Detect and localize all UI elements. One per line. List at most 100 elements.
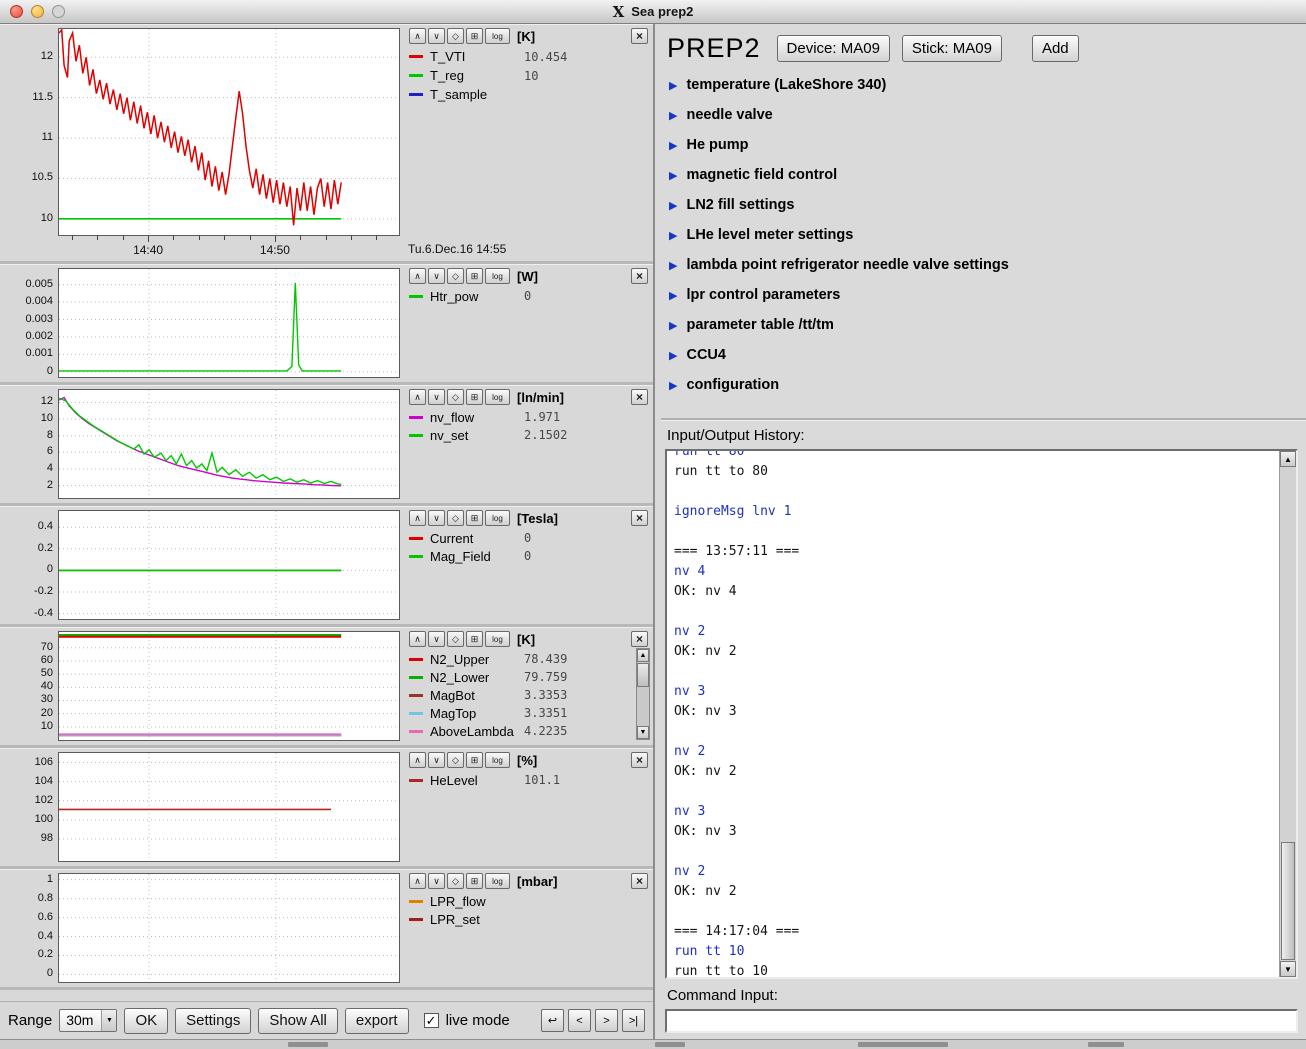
scroll-up-icon[interactable]: ▲ [1280,451,1296,467]
close-panel-button[interactable]: × [631,873,648,889]
close-panel-button[interactable]: × [631,510,648,526]
expand-triangle-icon[interactable]: ▶ [669,229,677,242]
scrollbar-thumb[interactable] [1281,842,1295,960]
log-scale-button[interactable]: log [485,873,510,889]
shift-up-button[interactable]: ∧ [409,268,426,284]
zoom-button[interactable]: ◇ [447,268,464,284]
shift-down-button[interactable]: ∨ [428,268,445,284]
zoom-button[interactable]: ◇ [447,752,464,768]
scrollbar-track[interactable] [1280,467,1296,961]
plot-area-2[interactable] [58,385,402,503]
plot-area-6[interactable] [58,869,402,987]
show-all-button[interactable]: Show All [258,1008,338,1034]
grid-button[interactable]: ⊞ [466,389,483,405]
expand-triangle-icon[interactable]: ▶ [669,349,677,362]
prep-item-temperature-lakeshore-340[interactable]: ▶temperature (LakeShore 340) [669,70,1306,100]
live-mode-checkbox[interactable]: ✓ [424,1013,439,1028]
range-select[interactable]: 30m ▼ [59,1009,117,1032]
grid-button[interactable]: ⊞ [466,510,483,526]
scroll-down-icon[interactable]: ▼ [1280,961,1296,977]
close-panel-button[interactable]: × [631,389,648,405]
prep-item-parameter-table-tt-tm[interactable]: ▶parameter table /tt/tm [669,310,1306,340]
close-panel-button[interactable]: × [631,631,648,647]
prep-item-he-pump[interactable]: ▶He pump [669,130,1306,160]
grid-button[interactable]: ⊞ [466,28,483,44]
zoom-button[interactable]: ◇ [447,389,464,405]
shift-down-button[interactable]: ∨ [428,389,445,405]
plot-canvas[interactable] [58,268,400,378]
zoom-button[interactable]: ◇ [447,631,464,647]
expand-triangle-icon[interactable]: ▶ [669,259,677,272]
prep-item-lpr-control-parameters[interactable]: ▶lpr control parameters [669,280,1306,310]
expand-triangle-icon[interactable]: ▶ [669,139,677,152]
expand-triangle-icon[interactable]: ▶ [669,169,677,182]
minimize-window-button[interactable] [31,5,44,18]
grid-button[interactable]: ⊞ [466,752,483,768]
shift-up-button[interactable]: ∧ [409,510,426,526]
plot-area-1[interactable] [58,264,402,382]
expand-triangle-icon[interactable]: ▶ [669,319,677,332]
stick-button[interactable]: Stick: MA09 [902,35,1002,62]
plot-area-4[interactable] [58,627,402,745]
grid-button[interactable]: ⊞ [466,631,483,647]
history-scrollbar[interactable]: ▲ ▼ [1279,451,1296,977]
prep-item-lambda-point-refrigerator-needle-valve-settings[interactable]: ▶lambda point refrigerator needle valve … [669,250,1306,280]
prep-item-needle-valve[interactable]: ▶needle valve [669,100,1306,130]
log-scale-button[interactable]: log [485,752,510,768]
scrollbar-track[interactable] [637,662,649,726]
zoom-button[interactable]: ◇ [447,873,464,889]
close-panel-button[interactable]: × [631,752,648,768]
log-scale-button[interactable]: log [485,268,510,284]
zoom-button[interactable]: ◇ [447,510,464,526]
prep-item-magnetic-field-control[interactable]: ▶magnetic field control [669,160,1306,190]
expand-triangle-icon[interactable]: ▶ [669,79,677,92]
expand-triangle-icon[interactable]: ▶ [669,109,677,122]
plot-area-3[interactable] [58,506,402,624]
zoom-button[interactable]: ◇ [447,28,464,44]
expand-triangle-icon[interactable]: ▶ [669,199,677,212]
shift-down-button[interactable]: ∨ [428,631,445,647]
step-forward-button[interactable]: > [595,1009,618,1032]
plot-area-5[interactable] [58,748,402,866]
legend-scrollbar[interactable]: ▲▼ [636,648,650,740]
prep-item-configuration[interactable]: ▶configuration [669,370,1306,400]
expand-triangle-icon[interactable]: ▶ [669,289,677,302]
log-scale-button[interactable]: log [485,389,510,405]
jump-to-end-button[interactable]: >| [622,1009,645,1032]
plot-canvas[interactable] [58,752,400,862]
device-button[interactable]: Device: MA09 [777,35,890,62]
plot-canvas[interactable] [58,631,400,741]
shift-up-button[interactable]: ∧ [409,389,426,405]
plot-canvas[interactable] [58,28,400,236]
close-panel-button[interactable]: × [631,28,648,44]
shift-up-button[interactable]: ∧ [409,752,426,768]
command-input[interactable] [665,1009,1298,1033]
shift-down-button[interactable]: ∨ [428,752,445,768]
scrollbar-thumb[interactable] [637,663,649,687]
log-scale-button[interactable]: log [485,631,510,647]
settings-button[interactable]: Settings [175,1008,251,1034]
plot-canvas[interactable] [58,873,400,983]
close-panel-button[interactable]: × [631,268,648,284]
grid-button[interactable]: ⊞ [466,268,483,284]
shift-down-button[interactable]: ∨ [428,28,445,44]
scroll-down-icon[interactable]: ▼ [637,726,649,739]
prep-item-ln2-fill-settings[interactable]: ▶LN2 fill settings [669,190,1306,220]
titlebar[interactable]: X Sea prep2 [0,0,1306,24]
plot-canvas[interactable] [58,510,400,620]
shift-up-button[interactable]: ∧ [409,631,426,647]
shift-up-button[interactable]: ∧ [409,28,426,44]
grid-button[interactable]: ⊞ [466,873,483,889]
jump-back-button[interactable]: ↩ [541,1009,564,1032]
ok-button[interactable]: OK [124,1008,168,1034]
plot-canvas[interactable] [58,389,400,499]
zoom-window-button[interactable] [52,5,65,18]
log-scale-button[interactable]: log [485,510,510,526]
io-history-box[interactable]: run tt 80run tt to 80 ignoreMsg lnv 1 ==… [665,449,1298,979]
shift-down-button[interactable]: ∨ [428,873,445,889]
plot-area-0[interactable]: 14:4014:50 [58,24,402,261]
prep-item-ccu4[interactable]: ▶CCU4 [669,340,1306,370]
prep-item-lhe-level-meter-settings[interactable]: ▶LHe level meter settings [669,220,1306,250]
scroll-up-icon[interactable]: ▲ [637,649,649,662]
shift-down-button[interactable]: ∨ [428,510,445,526]
